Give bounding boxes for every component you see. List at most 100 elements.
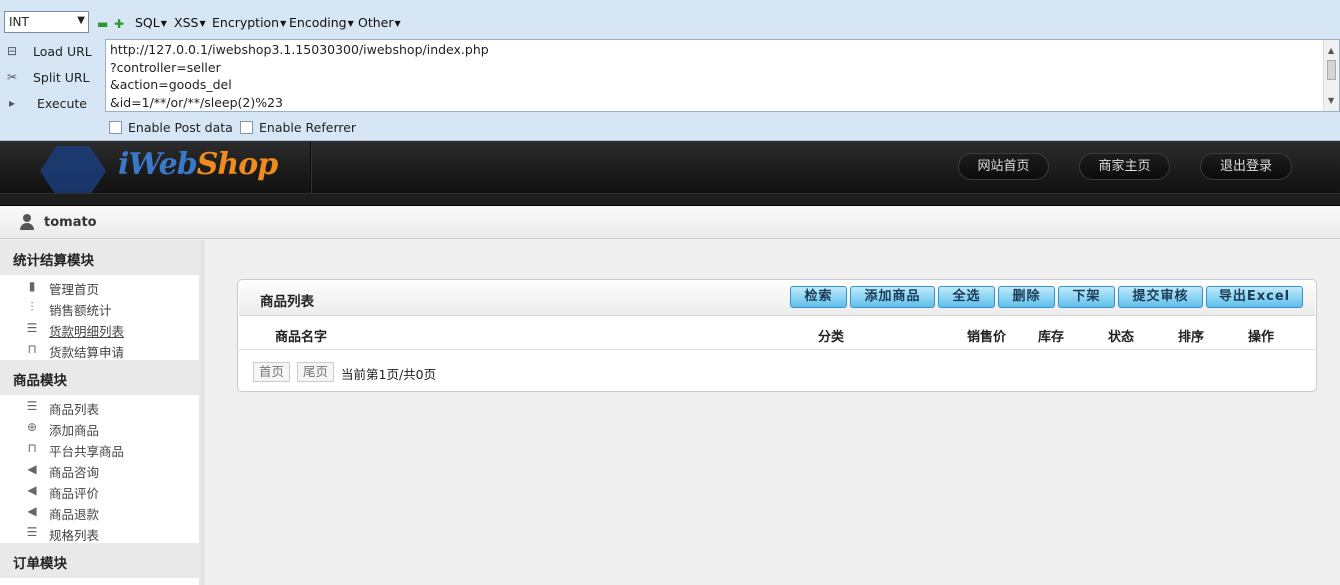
split-url-button[interactable]: ✂ Split URL (0, 67, 100, 89)
sidebar-item-goods-refund[interactable]: ◀ 商品退款 (0, 501, 200, 522)
delete-button[interactable]: 删除 (998, 286, 1055, 308)
username: tomato (44, 215, 97, 230)
sidebar-item-payment-details[interactable]: ☰ 货款明细列表 (0, 318, 200, 339)
bookmark-icon: ▮ (28, 279, 36, 293)
sidebar-section-stats[interactable]: 统计结算模块 (0, 240, 200, 275)
caret-icon: ▼ (280, 19, 287, 28)
sidebar-item-add-goods[interactable]: ⊕ 添加商品 (0, 417, 200, 438)
load-url-button[interactable]: ⊟ Load URL (0, 41, 100, 63)
enable-post-label: Enable Post data (128, 120, 233, 135)
column-actions: 操作 (1248, 330, 1275, 345)
table-header: 商品名字 分类 销售价 库存 状态 排序 操作 (239, 316, 1315, 350)
speaker-icon: ◀ (27, 462, 37, 476)
sidebar-item-spec-list[interactable]: ☰ 规格列表 (0, 522, 200, 543)
list-icon: ☰ (26, 399, 38, 413)
sidebar-item-label: 销售额统计 (49, 303, 112, 318)
menu-sql[interactable]: SQL▼ (135, 15, 167, 31)
logo[interactable]: iWebShop (118, 147, 278, 182)
last-page-button[interactable]: 尾页 (297, 362, 334, 382)
scroll-up-icon[interactable]: ▲ (1328, 42, 1334, 60)
scroll-down-icon[interactable]: ▼ (1328, 92, 1334, 110)
column-goods-name: 商品名字 (275, 330, 328, 345)
goods-list-panel: 商品列表 检索 添加商品 全选 删除 下架 提交审核 导出Excel 商品名字 … (237, 279, 1317, 392)
checkbox-icon (109, 121, 122, 134)
menu-encoding-label: Encoding (289, 15, 347, 30)
encoding-type-value: INT (9, 15, 29, 29)
sidebar: 统计结算模块 ▮ 管理首页 ⫶ 销售额统计 ☰ 货款明细列表 ⊓ 货款结算申请 商品模块… (0, 240, 204, 585)
encoding-type-select[interactable]: INT ▼ (4, 11, 89, 33)
url-line: ?controller=seller (110, 59, 221, 75)
column-category: 分类 (818, 330, 845, 345)
briefcase-icon: ⊓ (27, 342, 37, 356)
select-all-button[interactable]: 全选 (938, 286, 995, 308)
sidebar-section-goods[interactable]: 商品模块 (0, 360, 200, 395)
logo-hexagon-icon (40, 146, 106, 196)
scroll-thumb[interactable] (1327, 60, 1336, 80)
nav-seller-home[interactable]: 商家主页 (1079, 153, 1170, 180)
play-icon: ▸ (8, 96, 16, 110)
url-line: &id=1/**/or/**/sleep(2)%23 (110, 94, 284, 110)
menu-other-label: Other (358, 15, 394, 30)
menu-sql-label: SQL (135, 15, 160, 30)
enable-post-checkbox[interactable]: Enable Post data (109, 120, 233, 135)
sidebar-item-label: 商品退款 (49, 507, 100, 522)
add-document-icon: ⊕ (26, 420, 38, 434)
speaker-icon: ◀ (27, 504, 37, 518)
column-status: 状态 (1108, 330, 1135, 345)
hackbar-toolbar: INT ▼ ▬ ✚ SQL▼ XSS▼ Encryption▼ Encoding… (0, 0, 1340, 141)
menu-xss-label: XSS (174, 15, 199, 30)
column-sort: 排序 (1178, 330, 1205, 345)
increase-icon[interactable]: ✚ (114, 17, 124, 31)
logo-shop-text: Shop (196, 147, 278, 182)
logo-iweb-text: iWeb (118, 147, 198, 182)
menu-encryption[interactable]: Encryption▼ (212, 15, 286, 31)
url-scrollbar[interactable]: ▲ ▼ (1323, 40, 1339, 111)
load-url-label: Load URL (33, 44, 92, 59)
menu-encryption-label: Encryption (212, 15, 280, 30)
sidebar-item-goods-consult[interactable]: ◀ 商品咨询 (0, 459, 200, 480)
checkbox-icon (240, 121, 253, 134)
nav-logout[interactable]: 退出登录 (1200, 153, 1292, 180)
panel-title: 商品列表 (260, 294, 314, 310)
header-bottom-strip (0, 193, 1340, 205)
split-url-label: Split URL (33, 70, 90, 85)
menu-encoding[interactable]: Encoding▼ (289, 15, 354, 31)
panel-header: 商品列表 检索 添加商品 全选 删除 下架 提交审核 导出Excel (239, 281, 1315, 316)
sidebar-item-sales-stats[interactable]: ⫶ 销售额统计 (0, 297, 200, 318)
sidebar-item-label: 平台共享商品 (49, 444, 125, 459)
menu-xss[interactable]: XSS▼ (174, 15, 206, 31)
sliders-icon: ⫶ (30, 300, 34, 314)
caret-icon: ▼ (394, 19, 401, 28)
submit-review-button[interactable]: 提交审核 (1118, 286, 1203, 308)
list-icon: ☰ (26, 321, 38, 335)
sidebar-section-orders[interactable]: 订单模块 (0, 543, 200, 578)
sidebar-item-admin-home[interactable]: ▮ 管理首页 (0, 276, 200, 297)
execute-button[interactable]: ▸ Execute (0, 93, 100, 115)
search-button[interactable]: 检索 (790, 286, 847, 308)
sidebar-item-shared-goods[interactable]: ⊓ 平台共享商品 (0, 438, 200, 459)
url-textarea[interactable]: http://127.0.0.1/iwebshop3.1.15030300/iw… (105, 39, 1340, 112)
sidebar-item-goods-review[interactable]: ◀ 商品评价 (0, 480, 200, 501)
sidebar-item-label: 添加商品 (49, 423, 100, 438)
decrease-icon[interactable]: ▬ (97, 17, 108, 31)
sidebar-item-label: 管理首页 (49, 282, 100, 297)
nav-site-home[interactable]: 网站首页 (958, 153, 1049, 180)
pagination: 首页 尾页 当前第1页/共0页 (253, 362, 653, 382)
export-excel-button[interactable]: 导出Excel (1206, 286, 1303, 308)
list-icon: ☰ (26, 525, 38, 539)
sidebar-item-goods-list[interactable]: ☰ 商品列表 (0, 396, 200, 417)
first-page-button[interactable]: 首页 (253, 362, 290, 382)
chevron-down-icon: ▼ (77, 15, 85, 26)
add-goods-button[interactable]: 添加商品 (850, 286, 935, 308)
column-price: 销售价 (967, 330, 1007, 345)
unlist-button[interactable]: 下架 (1058, 286, 1115, 308)
enable-referrer-checkbox[interactable]: Enable Referrer (240, 120, 356, 135)
page-info: 当前第1页/共0页 (341, 367, 437, 382)
sidebar-item-settlement-apply[interactable]: ⊓ 货款结算申请 (0, 339, 200, 360)
menu-other[interactable]: Other▼ (358, 15, 401, 31)
user-bar: tomato (0, 206, 1340, 239)
caret-icon: ▼ (160, 19, 167, 28)
sidebar-item-label: 商品列表 (49, 402, 100, 417)
execute-label: Execute (37, 96, 87, 111)
header-divider (310, 141, 312, 193)
